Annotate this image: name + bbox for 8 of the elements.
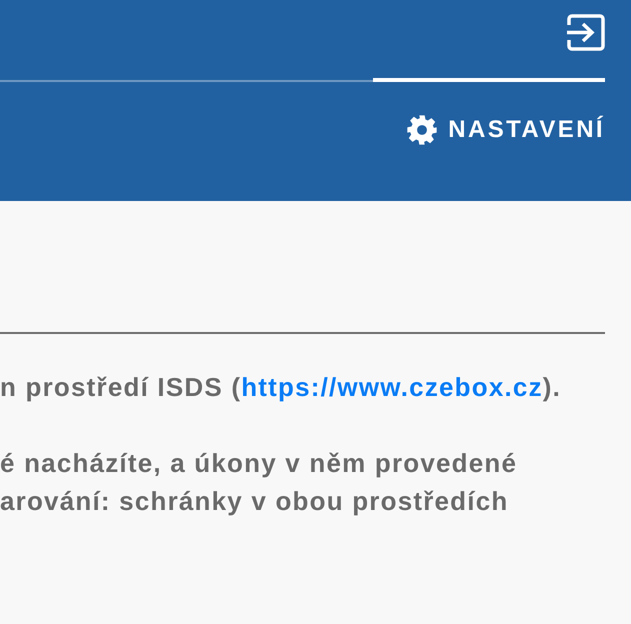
settings-button[interactable]: NASTAVENÍ — [406, 112, 605, 148]
paragraph: n prostředí ISDS (https://www.czebox.cz). — [0, 371, 562, 404]
paragraph-line: é nacházíte, a úkony v něm provedené — [0, 447, 518, 480]
website-link[interactable]: https://www.czebox.cz — [241, 372, 543, 402]
logout-icon — [567, 14, 605, 51]
settings-icon — [406, 114, 438, 146]
logout-button[interactable] — [567, 14, 605, 51]
paragraph-line: arování: schránky v obou prostředích — [0, 485, 510, 518]
